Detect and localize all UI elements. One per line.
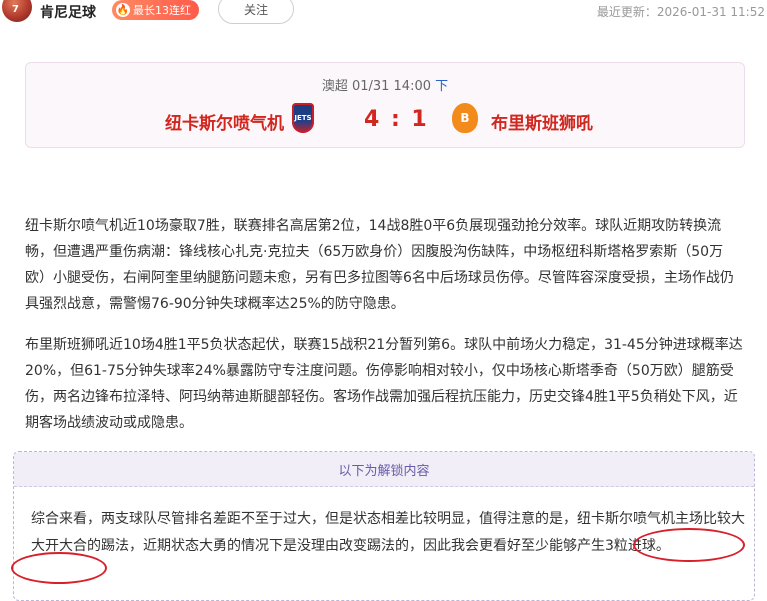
home-team-logo: JETS <box>292 103 314 133</box>
away-team-logo: B <box>452 103 478 133</box>
author-name[interactable]: 肯尼足球 <box>40 2 96 22</box>
match-link[interactable]: 下 <box>435 79 448 94</box>
home-logo-text: JETS <box>294 114 312 122</box>
post-header: 7 肯尼足球 🔥 最长13连红 关注 最近更新：2026-01-31 11:52 <box>0 0 767 26</box>
fire-icon: 🔥 <box>116 3 130 17</box>
streak-badge: 🔥 最长13连红 <box>112 0 199 20</box>
match-card[interactable]: 澳超 01/31 14:00 下 纽卡斯尔喷气机 JETS 4 : 1 B 布里… <box>25 62 745 148</box>
away-logo-text: B <box>460 111 470 125</box>
analysis-paragraph-away: 布里斯班狮吼近10场4胜1平5负状态起伏，联赛15战积21分暂列第6。球队中前场… <box>25 337 743 431</box>
away-team-name[interactable]: 布里斯班狮吼 <box>491 109 593 134</box>
unlocked-content-text: 综合来看，两支球队尽管排名差距不至于过大，但是状态相差比较明显，值得注意的是，纽… <box>31 511 745 554</box>
streak-badge-label: 最长13连红 <box>133 4 191 17</box>
unlocked-content-header: 以下为解锁内容 <box>14 452 754 487</box>
match-meta: 澳超 01/31 14:00 下 <box>26 75 744 94</box>
league-time: 澳超 01/31 14:00 <box>321 79 432 94</box>
match-score: 4 : 1 <box>364 107 429 132</box>
last-updated: 最近更新：2026-01-31 11:52 <box>596 5 765 19</box>
analysis-paragraph-home: 纽卡斯尔喷气机近10场豪取7胜，联赛排名高居第2位，14战8胜0平6负展现强劲抢… <box>25 218 734 312</box>
author-avatar[interactable]: 7 <box>2 0 32 22</box>
avatar-number: 7 <box>12 4 19 15</box>
unlocked-content-box: 以下为解锁内容 综合来看，两支球队尽管排名差距不至于过大，但是状态相差比较明显，… <box>13 451 755 601</box>
home-team-name[interactable]: 纽卡斯尔喷气机 <box>165 109 284 134</box>
follow-button[interactable]: 关注 <box>218 0 294 24</box>
